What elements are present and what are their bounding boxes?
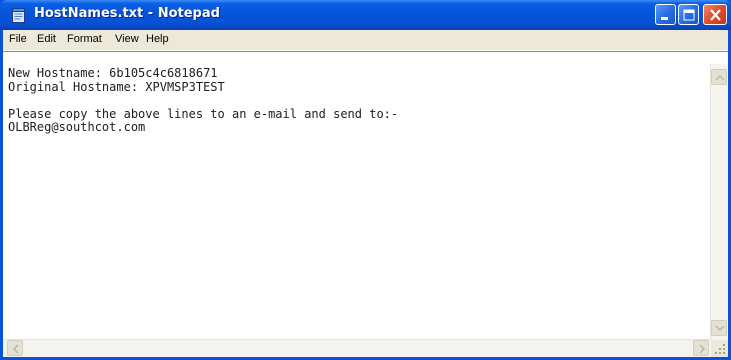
- chevron-up-icon: [715, 74, 725, 81]
- text-line: OLBReg@southcot.com: [8, 120, 146, 134]
- title-bar[interactable]: HostNames.txt - Notepad: [0, 0, 731, 30]
- scroll-left-button[interactable]: [7, 340, 23, 356]
- minimize-button[interactable]: [655, 4, 676, 25]
- scroll-up-button[interactable]: [711, 69, 727, 85]
- scroll-right-button[interactable]: [693, 340, 709, 356]
- menu-view[interactable]: View: [115, 33, 139, 45]
- editor-area[interactable]: New Hostname: 6b105c4c6818671 Original Ho…: [3, 51, 728, 357]
- menu-bar: File Edit Format View Help: [3, 30, 728, 51]
- scroll-down-button[interactable]: [711, 320, 727, 336]
- chevron-right-icon: [699, 344, 706, 354]
- notepad-window: HostNames.txt - Notepad File Edit Format…: [0, 0, 731, 360]
- text-line: New Hostname: 6b105c4c6818671: [8, 67, 218, 80]
- vertical-scrollbar[interactable]: [710, 64, 728, 340]
- text-line: Please copy the above lines to an e-mail…: [8, 106, 399, 121]
- menu-file[interactable]: File: [9, 33, 27, 45]
- close-icon: [710, 9, 721, 21]
- minimize-icon: [661, 17, 668, 20]
- maximize-icon: [683, 9, 695, 21]
- menu-edit[interactable]: Edit: [37, 33, 56, 45]
- menu-help[interactable]: Help: [146, 33, 169, 45]
- horizontal-scrollbar[interactable]: [3, 339, 711, 357]
- maximize-button[interactable]: [678, 4, 699, 25]
- resize-grip[interactable]: [711, 340, 728, 357]
- text-line: [8, 94, 698, 108]
- notepad-icon[interactable]: [12, 8, 25, 23]
- chevron-down-icon: [715, 325, 725, 332]
- text-line: Original Hostname: XPVMSP3TEST: [8, 79, 225, 94]
- window-title: HostNames.txt - Notepad: [34, 6, 220, 21]
- chevron-left-icon: [12, 344, 19, 354]
- menu-format[interactable]: Format: [67, 33, 102, 45]
- document-text[interactable]: New Hostname: 6b105c4c6818671 Original Ho…: [8, 67, 698, 339]
- close-button[interactable]: [703, 4, 727, 25]
